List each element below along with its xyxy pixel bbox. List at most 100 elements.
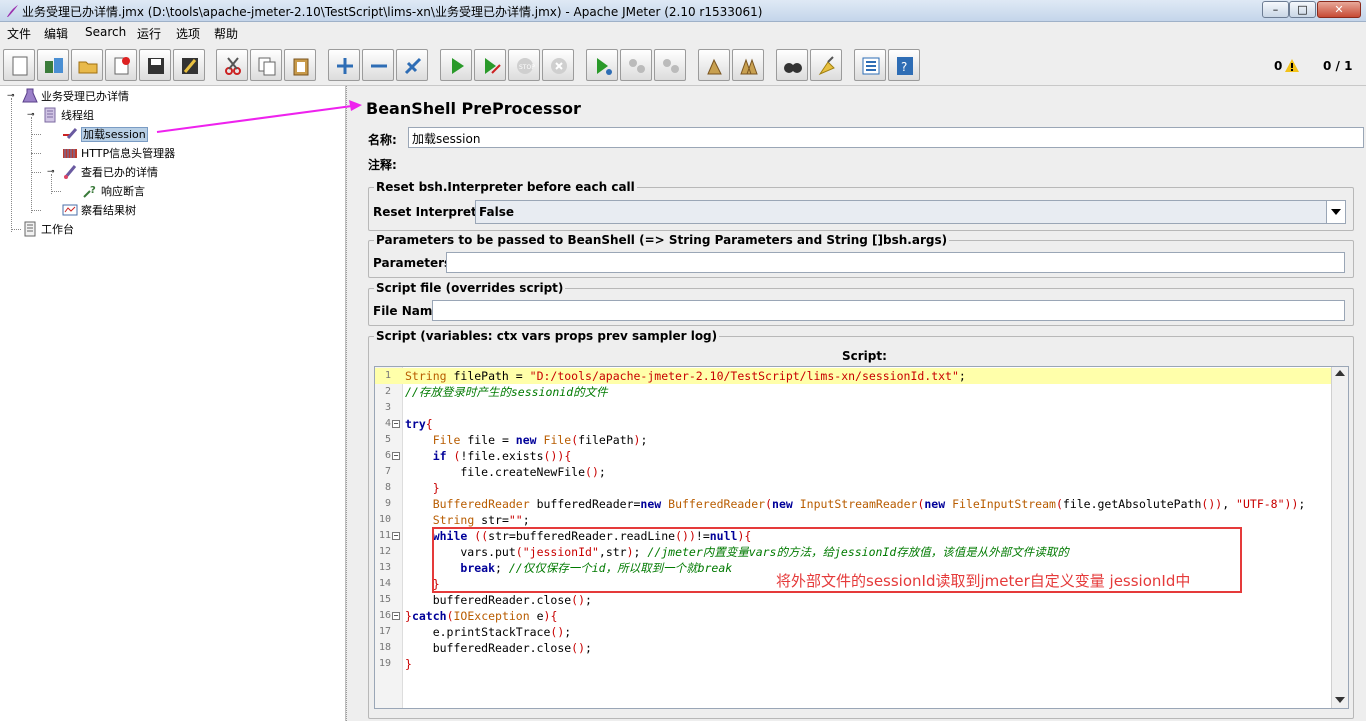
new-button[interactable] xyxy=(3,49,35,81)
new-icon xyxy=(12,56,28,76)
start-button[interactable] xyxy=(440,49,472,81)
tree-node-response-assertion[interactable]: ? 响应断言 xyxy=(82,183,145,201)
editor-scrollbar[interactable] xyxy=(1331,367,1348,708)
scroll-up-icon[interactable] xyxy=(1335,370,1345,376)
svg-text:?: ? xyxy=(901,60,907,74)
remote-shutdown-all-button[interactable] xyxy=(654,49,686,81)
templates-icon xyxy=(45,58,63,73)
tree-node-http-header-manager[interactable]: HTTP信息头管理器 xyxy=(62,145,175,163)
code-line[interactable]: 7 file.createNewFile(); xyxy=(375,464,1332,480)
help-icon: ? xyxy=(897,57,913,75)
start-no-pauses-button[interactable] xyxy=(474,49,506,81)
open-button[interactable] xyxy=(71,49,103,81)
header-manager-icon xyxy=(63,149,77,158)
save-icon xyxy=(148,58,164,74)
tree-node-sampler[interactable]: 查看已办的详情 xyxy=(62,164,158,182)
code-line[interactable]: 8 } xyxy=(375,480,1332,496)
line-number: 12 xyxy=(378,546,391,557)
menu-search[interactable]: Search xyxy=(85,25,126,39)
tree-node-results-tree[interactable]: 察看结果树 xyxy=(62,202,136,220)
assertion-icon: ? xyxy=(83,185,96,198)
annotation-note: 将外部文件的sessionId读取到jmeter自定义变量 jessionId中 xyxy=(776,572,1191,590)
code-line[interactable]: 3 xyxy=(375,400,1332,416)
name-label: 名称: xyxy=(368,133,397,147)
parameters-label: Parameters: xyxy=(373,256,456,270)
shutdown-button[interactable] xyxy=(542,49,574,81)
tree-toggle-threadgroup[interactable]: ⊸ xyxy=(27,111,35,120)
help-button[interactable]: ? xyxy=(888,49,920,81)
code-line[interactable]: 10 String str=""; xyxy=(375,512,1332,528)
remote-stop-all-button[interactable] xyxy=(620,49,652,81)
menu-file[interactable]: 文件 xyxy=(7,25,31,42)
menu-run[interactable]: 运行 xyxy=(137,25,161,42)
code-line[interactable]: 16−}catch(IOException e){ xyxy=(375,608,1332,624)
expand-icon xyxy=(337,58,353,74)
fold-toggle-icon[interactable]: − xyxy=(392,420,400,428)
reset-search-button[interactable] xyxy=(810,49,842,81)
parameters-field[interactable] xyxy=(446,252,1345,273)
warning-icon[interactable] xyxy=(1285,59,1299,72)
code-line[interactable]: 19} xyxy=(375,656,1332,672)
start-icon xyxy=(452,58,464,74)
menu-edit[interactable]: 编辑 xyxy=(44,25,68,42)
test-plan-icon xyxy=(22,88,38,103)
menu-help[interactable]: 帮助 xyxy=(214,25,238,42)
file-name-field[interactable] xyxy=(432,300,1345,321)
function-helper-button[interactable] xyxy=(854,49,886,81)
comment-field[interactable] xyxy=(408,152,1364,173)
expand-all-button[interactable] xyxy=(328,49,360,81)
collapse-all-button[interactable] xyxy=(362,49,394,81)
chevron-down-icon[interactable] xyxy=(1326,201,1345,223)
paste-button[interactable] xyxy=(284,49,316,81)
code-text: } xyxy=(432,481,440,495)
code-line[interactable]: 4− try{ xyxy=(375,416,1332,432)
reset-interpreter-select[interactable]: False xyxy=(475,200,1346,224)
line-number: 18 xyxy=(378,642,391,653)
code-line[interactable]: 15 bufferedReader.close(); xyxy=(375,592,1332,608)
clear-button[interactable] xyxy=(698,49,730,81)
tree-toggle-sampler[interactable]: ⊸ xyxy=(47,168,55,177)
toggle-button[interactable] xyxy=(396,49,428,81)
clear-all-button[interactable] xyxy=(732,49,764,81)
save-button[interactable] xyxy=(139,49,171,81)
preprocessor-icon xyxy=(63,128,78,139)
code-line[interactable]: 9 BufferedReader bufferedReader=new Buff… xyxy=(375,496,1332,512)
close-file-button[interactable] xyxy=(105,49,137,81)
fold-toggle-icon[interactable]: − xyxy=(392,532,400,540)
code-line[interactable]: 17 e.printStackTrace(); xyxy=(375,624,1332,640)
search-button[interactable] xyxy=(776,49,808,81)
tree-node-workbench[interactable]: 工作台 xyxy=(22,221,74,239)
code-line[interactable]: 5 File file = new File(filePath); xyxy=(375,432,1332,448)
templates-button[interactable] xyxy=(37,49,69,81)
fold-toggle-icon[interactable]: − xyxy=(392,452,400,460)
code-line[interactable]: 18 bufferedReader.close(); xyxy=(375,640,1332,656)
panel-splitter[interactable] xyxy=(346,86,356,721)
save-as-button[interactable] xyxy=(173,49,205,81)
clear-icon xyxy=(707,58,722,75)
code-line[interactable]: 2 //存放登录时产生的sessionid的文件 xyxy=(375,384,1332,400)
minimize-button[interactable]: – xyxy=(1262,1,1289,18)
toggle-icon xyxy=(404,57,422,75)
menu-options[interactable]: 选项 xyxy=(176,25,200,42)
parameters-group-legend: Parameters to be passed to BeanShell (=>… xyxy=(374,233,950,247)
tree-toggle-testplan[interactable]: ⊸ xyxy=(7,92,15,101)
name-field[interactable]: 加载session xyxy=(408,127,1364,148)
maximize-button[interactable]: □ xyxy=(1289,1,1316,18)
line-number: 19 xyxy=(378,658,391,669)
line-number: 15 xyxy=(378,594,391,605)
save-as-icon xyxy=(182,58,198,74)
copy-button[interactable] xyxy=(250,49,282,81)
tree-node-thread-group[interactable]: 线程组 xyxy=(42,107,94,125)
scroll-down-icon[interactable] xyxy=(1335,697,1345,703)
close-window-button[interactable]: ✕ xyxy=(1317,1,1361,18)
remote-start-all-button[interactable] xyxy=(586,49,618,81)
remote-shutdown-icon xyxy=(663,59,679,73)
tree-node-test-plan[interactable]: 业务受理已办详情 xyxy=(22,88,129,106)
tree-node-load-session[interactable]: 加载session xyxy=(62,126,148,144)
code-line[interactable]: 1 String filePath = "D:/tools/apache-jmet… xyxy=(375,368,1332,384)
code-line[interactable]: 6− if (!file.exists()){ xyxy=(375,448,1332,464)
stop-button[interactable]: STOP xyxy=(508,49,540,81)
fold-toggle-icon[interactable]: − xyxy=(392,612,400,620)
cut-button[interactable] xyxy=(216,49,248,81)
line-number: 9 xyxy=(384,498,391,509)
